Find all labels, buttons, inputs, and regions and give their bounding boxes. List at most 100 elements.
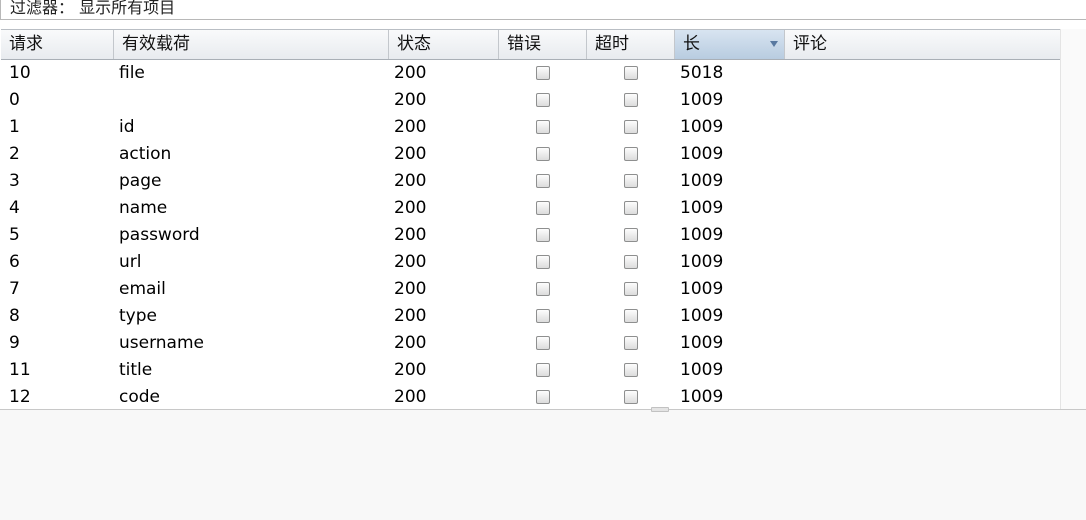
- timeout-checkbox[interactable]: [624, 147, 638, 161]
- timeout-checkbox[interactable]: [624, 66, 638, 80]
- cell-payload: file: [119, 63, 145, 83]
- cell-request: 6: [9, 252, 20, 272]
- table-row[interactable]: 5 password 200 1009: [1, 222, 1060, 249]
- cell-length: 1009: [680, 90, 724, 110]
- table-row[interactable]: 11 title 200 1009: [1, 357, 1060, 384]
- cell-payload: email: [119, 279, 166, 299]
- table-row[interactable]: 6 url 200 1009: [1, 249, 1060, 276]
- cell-payload: page: [119, 171, 162, 191]
- cell-request: 11: [9, 360, 31, 380]
- timeout-checkbox[interactable]: [624, 282, 638, 296]
- split-pane-divider[interactable]: [651, 407, 669, 412]
- cell-request: 8: [9, 306, 20, 326]
- error-checkbox[interactable]: [536, 282, 550, 296]
- cell-length: 1009: [680, 306, 724, 326]
- results-table-body: 请求 有效载荷 状态 错误 超时 长 评论 10 file 200 5018 0 200 1…: [1, 29, 1060, 409]
- cell-request: 7: [9, 279, 20, 299]
- cell-request: 2: [9, 144, 20, 164]
- cell-status: 200: [394, 225, 427, 245]
- cell-status: 200: [394, 171, 427, 191]
- cell-length: 1009: [680, 252, 724, 272]
- timeout-checkbox[interactable]: [624, 201, 638, 215]
- error-checkbox[interactable]: [536, 255, 550, 269]
- error-checkbox[interactable]: [536, 201, 550, 215]
- column-header-request[interactable]: 请求: [1, 30, 114, 59]
- cell-status: 200: [394, 279, 427, 299]
- table-row[interactable]: 1 id 200 1009: [1, 114, 1060, 141]
- error-checkbox[interactable]: [536, 93, 550, 107]
- error-checkbox[interactable]: [536, 309, 550, 323]
- column-header-length[interactable]: 长: [675, 30, 785, 59]
- timeout-checkbox[interactable]: [624, 120, 638, 134]
- timeout-checkbox[interactable]: [624, 93, 638, 107]
- filter-label: 过滤器： 显示所有项目: [10, 0, 176, 17]
- cell-length: 1009: [680, 171, 724, 191]
- error-checkbox[interactable]: [536, 228, 550, 242]
- error-checkbox[interactable]: [536, 120, 550, 134]
- cell-status: 200: [394, 198, 427, 218]
- cell-request: 10: [9, 63, 31, 83]
- timeout-checkbox[interactable]: [624, 390, 638, 404]
- error-checkbox[interactable]: [536, 363, 550, 377]
- table-row[interactable]: 0 200 1009: [1, 87, 1060, 114]
- cell-request: 9: [9, 333, 20, 353]
- table-row[interactable]: 3 page 200 1009: [1, 168, 1060, 195]
- error-checkbox[interactable]: [536, 147, 550, 161]
- column-header-comment[interactable]: 评论: [785, 30, 1060, 59]
- timeout-checkbox[interactable]: [624, 363, 638, 377]
- error-checkbox[interactable]: [536, 336, 550, 350]
- timeout-checkbox[interactable]: [624, 336, 638, 350]
- table-empty-area: [1060, 29, 1086, 409]
- cell-length: 1009: [680, 360, 724, 380]
- table-row[interactable]: 10 file 200 5018: [1, 60, 1060, 87]
- cell-payload: username: [119, 333, 204, 353]
- cell-payload: password: [119, 225, 200, 245]
- cell-payload: name: [119, 198, 168, 218]
- timeout-checkbox[interactable]: [624, 255, 638, 269]
- column-header-timeout[interactable]: 超时: [587, 30, 675, 59]
- timeout-checkbox[interactable]: [624, 309, 638, 323]
- column-header-length-label: 长: [683, 34, 700, 54]
- cell-status: 200: [394, 252, 427, 272]
- cell-length: 1009: [680, 117, 724, 137]
- cell-status: 200: [394, 117, 427, 137]
- cell-payload: code: [119, 387, 160, 407]
- cell-length: 1009: [680, 279, 724, 299]
- cell-length: 1009: [680, 387, 724, 407]
- table-header: 请求 有效载荷 状态 错误 超时 长 评论: [1, 29, 1060, 60]
- cell-request: 12: [9, 387, 31, 407]
- cell-payload: action: [119, 144, 172, 164]
- cell-status: 200: [394, 144, 427, 164]
- cell-request: 0: [9, 90, 20, 110]
- cell-request: 4: [9, 198, 20, 218]
- timeout-checkbox[interactable]: [624, 174, 638, 188]
- error-checkbox[interactable]: [536, 390, 550, 404]
- table-row[interactable]: 12 code 200 1009: [1, 384, 1060, 409]
- error-checkbox[interactable]: [536, 66, 550, 80]
- cell-payload: type: [119, 306, 157, 326]
- cell-payload: title: [119, 360, 153, 380]
- column-header-error[interactable]: 错误: [499, 30, 587, 59]
- cell-length: 1009: [680, 144, 724, 164]
- filter-bar[interactable]: 过滤器： 显示所有项目: [0, 0, 1086, 20]
- lower-pane: [0, 407, 1086, 520]
- cell-length: 5018: [680, 63, 724, 83]
- cell-payload: url: [119, 252, 142, 272]
- cell-length: 1009: [680, 198, 724, 218]
- column-header-status[interactable]: 状态: [389, 30, 499, 59]
- table-row[interactable]: 2 action 200 1009: [1, 141, 1060, 168]
- cell-status: 200: [394, 333, 427, 353]
- cell-payload: id: [119, 117, 135, 137]
- cell-status: 200: [394, 360, 427, 380]
- table-row[interactable]: 9 username 200 1009: [1, 330, 1060, 357]
- cell-status: 200: [394, 63, 427, 83]
- table-row[interactable]: 8 type 200 1009: [1, 303, 1060, 330]
- timeout-checkbox[interactable]: [624, 228, 638, 242]
- cell-status: 200: [394, 306, 427, 326]
- table-row[interactable]: 4 name 200 1009: [1, 195, 1060, 222]
- cell-status: 200: [394, 387, 427, 407]
- error-checkbox[interactable]: [536, 174, 550, 188]
- cell-request: 5: [9, 225, 20, 245]
- column-header-payload[interactable]: 有效载荷: [114, 30, 389, 59]
- table-row[interactable]: 7 email 200 1009: [1, 276, 1060, 303]
